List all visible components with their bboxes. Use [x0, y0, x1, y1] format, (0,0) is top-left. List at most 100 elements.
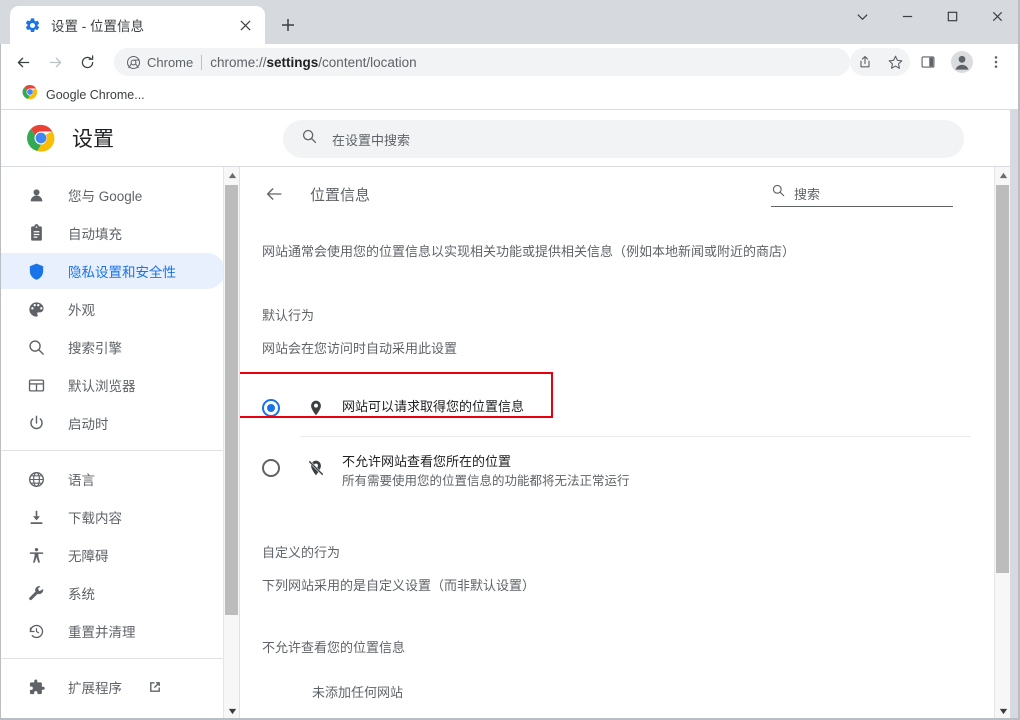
content-scrollbar[interactable]: [994, 167, 1010, 720]
url-prefix: chrome://: [210, 54, 267, 70]
sidebar-item-label: 扩展程序: [68, 681, 122, 696]
maximize-button[interactable]: [930, 0, 975, 32]
history-restore-icon: [26, 621, 46, 641]
address-bar[interactable]: Chrome chrome://settings/content/locatio…: [114, 48, 850, 76]
search-icon: [771, 183, 786, 203]
accessibility-icon: [26, 545, 46, 565]
scroll-up-arrow-icon[interactable]: [224, 167, 239, 184]
blocked-sites-empty-state: 未添加任何网站: [312, 685, 404, 700]
sidebar-item-search-engine[interactable]: 搜索引擎: [0, 329, 225, 365]
sidebar-group-1: 您与 Google 自动填充 隐私设置和安全性 外观 搜索引擎 默认浏览器 启动…: [0, 177, 239, 450]
site-identity-chip[interactable]: Chrome: [126, 55, 193, 70]
sidebar-item-reset-and-cleanup[interactable]: 重置并清理: [0, 613, 225, 649]
more-menu-icon[interactable]: [980, 47, 1012, 77]
gear-icon: [24, 17, 41, 34]
sidebar-group-3: 扩展程序: [0, 658, 239, 714]
scroll-up-arrow-icon[interactable]: [995, 167, 1010, 184]
sidebar-item-languages[interactable]: 语言: [0, 461, 225, 497]
bookmark-item-google-chrome[interactable]: Google Chrome...: [14, 83, 153, 107]
forward-arrow-icon[interactable]: [40, 47, 70, 77]
tab-strip: 设置 - 位置信息: [0, 0, 1020, 44]
sidebar-item-downloads[interactable]: 下载内容: [0, 499, 225, 535]
window-frame-left: [0, 44, 1, 720]
back-arrow-icon[interactable]: [8, 47, 38, 77]
settings-content: 位置信息 搜索 网站通常会使用您的位置信息以实现相关功能或提供相关信息（例如本地…: [240, 167, 1010, 720]
omnibox-url: chrome://settings/content/location: [210, 55, 416, 70]
content-scrollbar-thumb[interactable]: [996, 185, 1009, 573]
content-search-placeholder: 搜索: [794, 187, 821, 202]
sidebar-item-label: 默认浏览器: [68, 379, 136, 394]
bookmark-label: Google Chrome...: [46, 87, 145, 102]
location-pin-icon: [306, 398, 326, 418]
tabstrip-left-padding: [0, 0, 10, 44]
browser-toolbar: Chrome chrome://settings/content/locatio…: [0, 44, 1020, 80]
settings-body: 您与 Google 自动填充 隐私设置和安全性 外观 搜索引擎 默认浏览器 启动…: [0, 167, 1010, 720]
default-behavior-heading: 默认行为: [262, 308, 315, 323]
puzzle-icon: [26, 677, 46, 697]
search-icon: [26, 337, 46, 357]
sidebar-item-label: 启动时: [68, 417, 109, 432]
radio-option-label: 不允许网站查看您所在的位置: [342, 454, 512, 469]
radio-button-unselected[interactable]: [262, 459, 280, 477]
side-panel-icon[interactable]: [912, 47, 944, 77]
power-icon: [26, 413, 46, 433]
star-icon[interactable]: [880, 48, 910, 76]
sidebar-item-privacy-and-security[interactable]: 隐私设置和安全性: [0, 253, 225, 289]
sidebar-scrollbar-thumb[interactable]: [225, 185, 238, 615]
sidebar-item-system[interactable]: 系统: [0, 575, 225, 611]
share-icon[interactable]: [850, 48, 880, 76]
close-icon[interactable]: [235, 15, 255, 35]
options-divider: [300, 436, 971, 437]
sidebar-item-label: 外观: [68, 303, 95, 318]
sidebar-scrollbar[interactable]: [223, 167, 239, 720]
sidebar-item-label: 下载内容: [68, 511, 122, 526]
content-search-field[interactable]: 搜索: [771, 181, 953, 207]
radio-option-allow-location[interactable]: 网站可以请求取得您的位置信息: [240, 390, 993, 424]
sidebar-item-autofill[interactable]: 自动填充: [0, 215, 225, 251]
sidebar-item-label: 语言: [68, 473, 95, 488]
window-controls: [840, 0, 1020, 44]
settings-search-placeholder: 在设置中搜索: [332, 132, 411, 148]
page-title: 设置: [72, 128, 114, 151]
radio-option-block-location[interactable]: 不允许网站查看您所在的位置 所有需要使用您的位置信息的功能都将无法正常运行: [240, 453, 993, 490]
sidebar-group-2: 语言 下载内容 无障碍 系统 重置并清理: [0, 450, 239, 658]
minimize-button[interactable]: [885, 0, 930, 32]
custom-behavior-heading: 自定义的行为: [262, 545, 341, 560]
chip-label: Chrome: [147, 54, 194, 70]
person-icon: [26, 185, 46, 205]
bookmarks-bar: Google Chrome...: [0, 80, 1020, 110]
sidebar-item-appearance[interactable]: 外观: [0, 291, 225, 327]
blocked-sites-heading: 不允许查看您的位置信息: [262, 640, 406, 655]
settings-search-box[interactable]: 在设置中搜索: [283, 120, 964, 158]
profile-avatar[interactable]: [946, 47, 978, 77]
sidebar-item-label: 搜索引擎: [68, 341, 122, 356]
search-icon: [301, 128, 318, 150]
reload-icon[interactable]: [72, 47, 102, 77]
settings-sidebar: 您与 Google 自动填充 隐私设置和安全性 外观 搜索引擎 默认浏览器 启动…: [0, 167, 240, 720]
settings-page: 设置 在设置中搜索 您与 Google 自动填充 隐私设置和安全性 外观 搜索引…: [0, 110, 1010, 720]
sidebar-items: 您与 Google 自动填充 隐私设置和安全性 外观 搜索引擎 默认浏览器 启动…: [0, 167, 239, 714]
back-arrow-icon[interactable]: [262, 182, 286, 206]
sidebar-item-label: 系统: [68, 587, 95, 602]
close-button[interactable]: [975, 0, 1020, 32]
subpage-title: 位置信息: [310, 186, 371, 204]
sidebar-item-label: 无障碍: [68, 549, 109, 564]
sidebar-item-on-startup[interactable]: 启动时: [0, 405, 225, 441]
subpage-header: 位置信息 搜索: [240, 167, 993, 221]
new-tab-button[interactable]: [273, 10, 303, 40]
radio-option-texts: 网站可以请求取得您的位置信息: [342, 398, 524, 416]
sidebar-item-you-and-google[interactable]: 您与 Google: [0, 177, 225, 213]
chevron-down-icon[interactable]: [840, 0, 885, 32]
sidebar-item-accessibility[interactable]: 无障碍: [0, 537, 225, 573]
sidebar-item-extensions[interactable]: 扩展程序: [0, 669, 225, 705]
settings-header: 设置 在设置中搜索: [0, 110, 1010, 166]
sidebar-item-label: 自动填充: [68, 227, 122, 242]
chrome-logo-icon: [26, 123, 56, 153]
location-settings-panel: 位置信息 搜索 网站通常会使用您的位置信息以实现相关功能或提供相关信息（例如本地…: [240, 167, 993, 720]
tab-settings-location[interactable]: 设置 - 位置信息: [10, 6, 265, 44]
location-description: 网站通常会使用您的位置信息以实现相关功能或提供相关信息（例如本地新闻或附近的商店…: [262, 244, 796, 259]
custom-behavior-subtext: 下列网站采用的是自定义设置（而非默认设置）: [262, 578, 536, 593]
radio-button-selected[interactable]: [262, 399, 280, 417]
sidebar-item-default-browser[interactable]: 默认浏览器: [0, 367, 225, 403]
external-link-icon: [148, 680, 162, 694]
